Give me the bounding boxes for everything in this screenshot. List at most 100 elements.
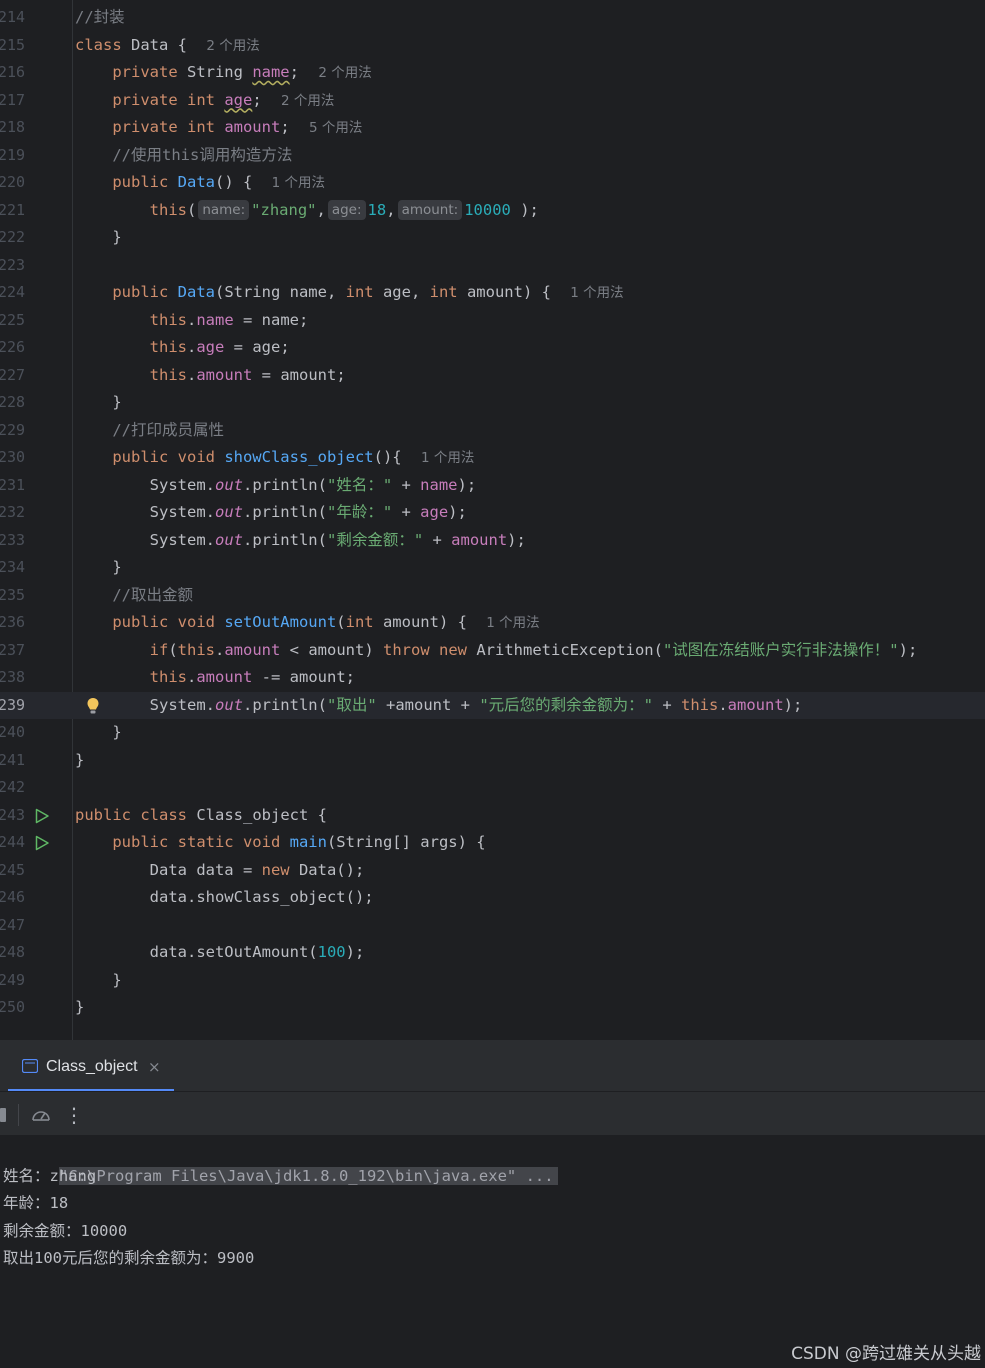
usage-hint[interactable]: 1 个用法 <box>272 175 325 191</box>
usage-hint[interactable]: 5 个用法 <box>309 120 362 136</box>
console-output[interactable]: "C:\Program Files\Java\jdk1.8.0_192\bin\… <box>0 1135 985 1364</box>
code-line[interactable]: 235 //取出金额 <box>0 582 985 610</box>
code-token: 100 <box>317 943 346 961</box>
code-line[interactable]: 230 public void showClass_object(){ 1 个用… <box>0 444 985 472</box>
code-line[interactable]: 245 Data data = new Data(); <box>0 857 985 885</box>
usage-hint[interactable]: 2 个用法 <box>281 93 334 109</box>
code-token: public void <box>112 448 225 466</box>
line-number: 245 <box>0 860 26 879</box>
usage-hint[interactable]: 2 个用法 <box>206 38 259 54</box>
code-line[interactable]: 215 class Data { 2 个用法 <box>0 32 985 60</box>
code-line[interactable]: 242 <box>0 774 985 802</box>
usage-hint[interactable]: 1 个用法 <box>421 450 474 466</box>
code-line[interactable]: 214 //封装 <box>0 4 985 32</box>
run-gutter-icon[interactable] <box>34 835 50 851</box>
stop-icon[interactable] <box>0 1108 6 1122</box>
code-line[interactable]: 248 data.setOutAmount(100); <box>0 939 985 967</box>
code-text: //使用this调用构造方法 <box>75 142 292 170</box>
code-text: this.amount = amount; <box>75 362 346 390</box>
code-line[interactable]: 220 public Data() { 1 个用法 <box>0 169 985 197</box>
more-options-icon[interactable]: ⋮ <box>64 1103 84 1127</box>
code-text: if(this.amount < amount) throw new Arith… <box>75 637 918 665</box>
code-line[interactable]: 239 System.out.println("取出" +amount + "元… <box>0 691 985 719</box>
code-token: ; <box>280 118 299 136</box>
code-line[interactable]: 246 data.showClass_object(); <box>0 884 985 912</box>
code-token: private int <box>112 90 225 109</box>
code-token: .println( <box>242 530 327 549</box>
code-editor[interactable]: 214//封装 215 class Data { 2 个用法 216 private … <box>0 0 985 1040</box>
code-token: "剩余金额：" <box>326 530 424 549</box>
code-token: name <box>196 310 234 329</box>
code-token: this <box>177 640 215 659</box>
profiler-gauge-icon[interactable] <box>30 1105 52 1125</box>
run-gutter-icon[interactable] <box>34 808 50 824</box>
usage-hint[interactable]: 1 个用法 <box>486 615 539 631</box>
line-number: 220 <box>0 173 26 191</box>
line-number: 226 <box>0 338 26 356</box>
code-line[interactable]: 226 this.age = age; <box>0 334 985 362</box>
code-token: (){ <box>373 448 411 466</box>
code-token: age, <box>382 283 430 301</box>
code-line[interactable]: 238 this.amount -= amount; <box>0 664 985 692</box>
code-line[interactable]: 233 System.out.println("剩余金额：" + amount)… <box>0 527 985 555</box>
code-line[interactable]: 228 } <box>0 389 985 417</box>
line-number: 246 <box>0 888 26 906</box>
line-number: 221 <box>0 200 26 219</box>
code-line[interactable]: 216 private String name; 2 个用法 <box>0 59 985 87</box>
close-icon[interactable]: × <box>148 1041 161 1093</box>
code-line[interactable]: 221 this(name: "zhang", age: 18, amount: 1000… <box>0 197 985 225</box>
code-line[interactable]: 232 System.out.println("年龄：" + age); <box>0 499 985 527</box>
code-line[interactable]: 222 } <box>0 224 985 252</box>
code-line[interactable]: 217 private int age; 2 个用法 <box>0 87 985 115</box>
code-token: "zhang" <box>251 200 317 219</box>
line-number: 233 <box>0 530 26 549</box>
code-text: this(name: "zhang", age: 18, amount: 10000 ); <box>75 197 539 225</box>
code-text: //封装 <box>75 4 125 32</box>
code-token: amount <box>196 668 253 686</box>
line-number: 227 <box>0 365 26 384</box>
code-token: , <box>316 200 326 219</box>
code-token: + <box>392 475 421 494</box>
code-line[interactable]: 229 //打印成员属性 <box>0 417 985 445</box>
console-command: "C:\Program Files\Java\jdk1.8.0_192\bin\… <box>59 1166 558 1185</box>
code-token: Data data = <box>75 860 262 879</box>
tab-class-object[interactable]: Class_object × <box>8 1041 174 1091</box>
code-line[interactable]: 218 private int amount; 5 个用法 <box>0 114 985 142</box>
code-line[interactable]: 227 this.amount = amount; <box>0 362 985 390</box>
code-line[interactable]: 231 System.out.println("姓名：" + name); <box>0 472 985 500</box>
code-line[interactable]: 247 <box>0 912 985 940</box>
code-line[interactable]: 224 public Data(String name, int age, in… <box>0 279 985 307</box>
code-line[interactable]: 225 this.name = name; <box>0 307 985 335</box>
code-token: out <box>214 530 243 549</box>
code-line[interactable]: 234 } <box>0 554 985 582</box>
code-token: System. <box>75 503 215 521</box>
code-line[interactable]: 236 public void setOutAmount(int amount)… <box>0 609 985 637</box>
parameter-hint: age: <box>327 199 366 220</box>
code-line[interactable]: 240 } <box>0 719 985 747</box>
line-number: 236 <box>0 613 26 631</box>
console-line: 年龄：18 <box>3 1194 69 1212</box>
code-comment: //使用this调用构造方法 <box>112 145 293 164</box>
code-comment: //封装 <box>75 8 125 26</box>
code-token: if <box>149 640 169 659</box>
code-line[interactable]: 244 public static void main(String[] arg… <box>0 829 985 857</box>
code-token: .println( <box>242 503 327 521</box>
code-line[interactable]: 237 if(this.amount < amount) throw new A… <box>0 637 985 665</box>
usage-hint[interactable]: 1 个用法 <box>570 285 623 301</box>
code-line[interactable]: 219 //使用this调用构造方法 <box>0 142 985 170</box>
code-text: } <box>75 967 121 995</box>
code-token: "姓名：" <box>326 475 393 494</box>
code-line[interactable]: 243 public class Class_object { <box>0 802 985 830</box>
code-line[interactable]: 250} <box>0 994 985 1022</box>
code-line[interactable]: 241} <box>0 747 985 775</box>
code-token: public static void <box>112 833 290 851</box>
usage-hint[interactable]: 2 个用法 <box>318 65 371 81</box>
code-line[interactable]: 223 <box>0 252 985 280</box>
code-line[interactable]: 249 } <box>0 967 985 995</box>
code-token: "元后您的剩余金额为：" <box>479 695 653 714</box>
